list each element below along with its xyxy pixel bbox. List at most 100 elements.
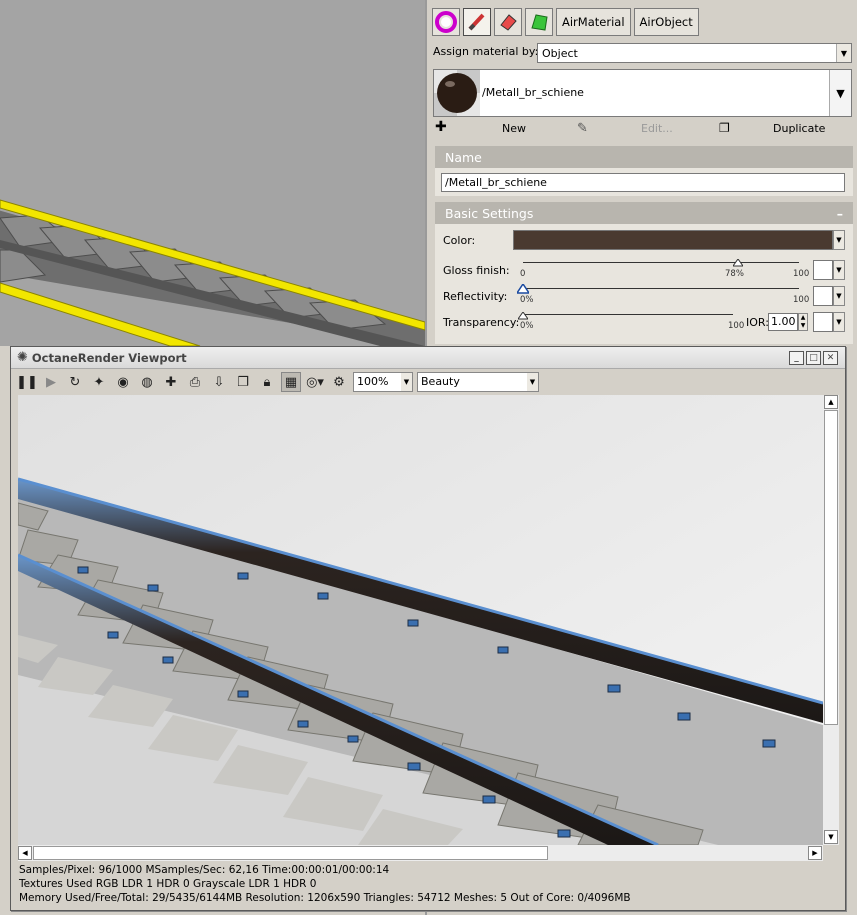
basic-settings-title: Basic Settings (445, 205, 534, 221)
assign-by-label: Assign material by: (433, 45, 539, 58)
octane-toolbar: ❚❚ ▶ ↻ ✦ ◉ ◍ ✚ ⎙ ⇩ ❐ 🔒︎ ▦ ◎▾ ⚙ 100% ▼ Be… (11, 369, 845, 395)
pause-icon[interactable]: ❚❚ (16, 372, 38, 392)
reflectivity-value: 0% (520, 295, 534, 305)
basic-settings-header[interactable]: Basic Settings – (435, 202, 853, 224)
chevron-down-icon: ▼ (401, 373, 412, 391)
color-picker-icon[interactable]: ◍ (137, 372, 157, 392)
transparency-texture-swatch[interactable] (813, 312, 833, 332)
scroll-left-icon[interactable]: ◀ (18, 846, 32, 860)
name-section-header[interactable]: Name (435, 146, 853, 168)
chevron-down-icon[interactable]: ▼ (833, 312, 845, 332)
material-name-input[interactable]: /Metall_br_schiene (441, 173, 845, 192)
autofocus-icon[interactable]: ✦ (89, 372, 109, 392)
gloss-texture-swatch[interactable] (813, 260, 833, 280)
chevron-down-icon[interactable]: ▼ (833, 230, 845, 250)
chevron-down-icon[interactable]: ▼ (833, 260, 845, 280)
snapshot-icon[interactable]: ⎙ (185, 372, 205, 392)
lock-icon[interactable]: 🔒︎ (257, 372, 277, 392)
chevron-down-icon[interactable]: ▼ (833, 286, 845, 306)
render-output[interactable] (18, 395, 823, 845)
gloss-slider-track[interactable] (523, 262, 799, 263)
ior-label: IOR: (746, 316, 769, 329)
collapse-icon[interactable]: – (837, 206, 843, 221)
paint-brush-icon (468, 13, 485, 31)
color-wheel-button[interactable] (432, 8, 460, 36)
paint-brush-button[interactable] (463, 8, 491, 36)
gloss-min: 0 (520, 269, 526, 279)
reflectivity-slider-track[interactable] (523, 288, 799, 289)
edit-material-button[interactable]: Edit... (641, 122, 673, 135)
assign-by-value: Object (542, 46, 578, 60)
scene-viewport[interactable] (0, 0, 425, 346)
octane-title-bar[interactable]: ✺ OctaneRender Viewport _ □ ✕ (11, 347, 845, 369)
chevron-down-icon: ▼ (527, 373, 538, 391)
ior-input[interactable]: 1.00 (768, 313, 798, 331)
eraser-button[interactable] (494, 8, 522, 36)
horizontal-scrollbar[interactable]: ◀ ▶ (18, 845, 823, 861)
maximize-button[interactable]: □ (806, 351, 821, 365)
gloss-label: Gloss finish: (443, 264, 510, 277)
transparency-value: 0% (520, 321, 534, 331)
reflectivity-max: 100 (793, 295, 810, 305)
horizontal-scroll-thumb[interactable] (33, 846, 548, 860)
color-label: Color: (443, 234, 476, 247)
octane-title: OctaneRender Viewport (31, 350, 187, 365)
octane-logo-icon: ✺ (17, 350, 28, 365)
name-section-body: /Metall_br_schiene (435, 168, 853, 196)
uv-map-button[interactable] (525, 8, 553, 36)
pencil-icon: ✎ (577, 121, 588, 136)
duplicate-material-button[interactable]: Duplicate (773, 122, 825, 135)
gloss-slider-handle[interactable] (732, 257, 745, 267)
reflectivity-slider-handle[interactable] (515, 282, 531, 294)
ior-stepper[interactable]: ▲ ▼ (798, 313, 808, 331)
octane-viewport-window: ✺ OctaneRender Viewport _ □ ✕ ❚❚ ▶ ↻ ✦ ◉… (10, 346, 846, 911)
status-samples: Samples/Pixel: 96/1000 MSamples/Sec: 62,… (19, 864, 390, 876)
vertical-scrollbar[interactable]: ▲ ▼ (823, 395, 839, 845)
air-object-button[interactable]: AirObject (633, 8, 699, 36)
transparency-slider-handle[interactable] (517, 310, 529, 320)
view-options-icon[interactable]: ◎▾ (305, 372, 325, 392)
zoom-value: 100% (357, 375, 389, 388)
minimize-button[interactable]: _ (789, 351, 804, 365)
color-wheel-icon (435, 11, 457, 33)
render-pass-select[interactable]: Beauty ▼ (417, 372, 539, 392)
transparency-max: 100 (728, 321, 745, 331)
close-button[interactable]: ✕ (823, 351, 838, 365)
zoom-select[interactable]: 100% ▼ (353, 372, 413, 392)
new-material-button[interactable]: New (502, 122, 526, 135)
restart-icon[interactable]: ↻ (65, 372, 85, 392)
region-icon[interactable]: ▦ (281, 372, 301, 392)
duplicate-icon: ❐ (719, 121, 730, 135)
import-icon[interactable]: ⇩ (209, 372, 229, 392)
material-selector[interactable]: /Metall_br_schiene ▼ (433, 69, 852, 117)
scene-track-preview (0, 199, 425, 346)
reflectivity-texture-swatch[interactable] (813, 286, 833, 306)
settings-icon[interactable]: ⚙ (329, 372, 349, 392)
scroll-up-icon[interactable]: ▲ (824, 395, 838, 409)
chevron-down-icon: ▼ (836, 44, 851, 62)
air-material-button[interactable]: AirMaterial (556, 8, 631, 36)
gloss-value: 78% (725, 269, 744, 279)
reflectivity-label: Reflectivity: (443, 290, 508, 303)
name-section-title: Name (445, 149, 482, 165)
status-textures: Textures Used RGB LDR 1 HDR 0 Grayscale … (19, 878, 317, 890)
color-swatch[interactable] (513, 230, 833, 250)
status-memory: Memory Used/Free/Total: 29/5435/6144MB R… (19, 892, 631, 904)
material-picker-icon[interactable]: ✚ (161, 372, 181, 392)
transparency-slider-track[interactable] (523, 314, 733, 315)
plus-icon: ✚ (435, 119, 447, 135)
camera-sphere-icon[interactable]: ◉ (113, 372, 133, 392)
basic-settings-body: Color: ▼ Gloss finish: 0 78% 100 ▼ Refle… (435, 224, 853, 344)
copy-icon[interactable]: ❐ (233, 372, 253, 392)
play-icon[interactable]: ▶ (41, 372, 61, 392)
vertical-scroll-thumb[interactable] (824, 410, 838, 725)
assign-by-select[interactable]: Object ▼ (537, 43, 852, 63)
scroll-down-icon[interactable]: ▼ (824, 830, 838, 844)
eraser-icon (500, 14, 517, 31)
rendered-track-image (18, 395, 823, 845)
material-toolbar: AirMaterial AirObject (432, 8, 699, 38)
material-name-display: /Metall_br_schiene (482, 86, 584, 99)
chevron-down-icon: ▼ (829, 70, 851, 116)
render-pass-value: Beauty (421, 375, 460, 388)
scroll-right-icon[interactable]: ▶ (808, 846, 822, 860)
